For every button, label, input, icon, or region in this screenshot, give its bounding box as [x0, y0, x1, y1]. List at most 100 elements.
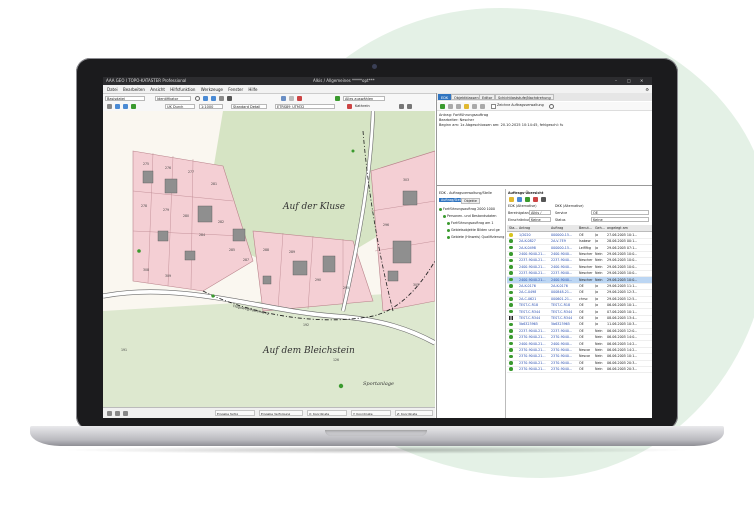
settings-gear-icon[interactable]: ⚙ [645, 87, 649, 92]
column-header[interactable]: angelegt am [607, 226, 628, 230]
detail-select[interactable]: Standard Detail [231, 103, 267, 109]
table-cell: OE [579, 309, 584, 314]
parcel-number: 277 [188, 170, 194, 174]
column-header[interactable]: Antrag [519, 226, 530, 230]
locality-label-kluse: Auf der Kluse [282, 202, 345, 212]
layer-select[interactable]: Basisdatei [105, 95, 145, 101]
delete-icon[interactable] [297, 96, 302, 101]
pan-icon[interactable] [131, 104, 136, 109]
redo-icon[interactable] [456, 103, 461, 109]
tree-item[interactable]: Fortführungsauftrag am 1 [447, 221, 494, 225]
check-icon[interactable] [440, 103, 445, 109]
edit-icon[interactable] [472, 103, 477, 109]
approve-icon[interactable] [525, 197, 530, 202]
menu-datei[interactable]: Datei [107, 87, 118, 92]
table-cell: OE [579, 303, 584, 308]
table-cell: 29.06.2005 12:3... [607, 290, 638, 295]
filter-icon[interactable] [541, 197, 546, 202]
ortho-mode-icon[interactable] [115, 411, 120, 416]
status-dot-icon [509, 354, 513, 359]
snap-mode-icon[interactable] [107, 411, 112, 416]
menu-hilfe[interactable]: Hilfe [248, 87, 257, 92]
right-panel-tabs: EDK Objektklassen Editor Schichtlaststuf… [437, 93, 652, 101]
tree-title: EDK - Auftragsverwaltung/Stelle [439, 191, 492, 195]
table-cell: Ja [595, 296, 598, 301]
table-cell: TEST-C-R344 [519, 309, 541, 314]
search-label[interactable]: Kathrein [355, 104, 370, 108]
help-icon[interactable] [549, 103, 554, 109]
zoom-in-icon[interactable] [115, 104, 120, 109]
tree-item[interactable]: Fortführungsauftrag 2000 1000 [439, 207, 495, 211]
export-icon[interactable] [407, 104, 412, 109]
undo-icon[interactable] [448, 103, 453, 109]
column-header[interactable]: Auftrag [551, 226, 563, 230]
service-select[interactable]: OE [591, 209, 649, 215]
bookmark-icon[interactable] [227, 96, 232, 101]
district-select[interactable]: Alkis / [529, 209, 551, 215]
reject-icon[interactable] [533, 197, 538, 202]
column-header[interactable]: Geh... [595, 226, 605, 230]
grid-mode-icon[interactable] [123, 411, 128, 416]
tab-editor[interactable]: Editor [479, 94, 496, 100]
table-cell: 2400-9040... [551, 341, 573, 346]
highlight-select[interactable]: Alles auswählen [343, 95, 385, 101]
menu-fenster[interactable]: Fenster [228, 87, 243, 92]
coordinate-system-select[interactable]: ETRS89_UTM32 [275, 103, 335, 109]
close-button[interactable]: ✕ [640, 78, 643, 83]
layer-icon[interactable] [335, 96, 340, 101]
menu-ansicht[interactable]: Ansicht [150, 87, 165, 92]
maximize-button[interactable]: □ [627, 78, 631, 83]
status-select[interactable]: Keine [591, 216, 649, 222]
table-cell: Nein [595, 258, 603, 263]
forward-arrow-icon[interactable] [219, 96, 224, 101]
green-status-icon [443, 214, 446, 218]
menu-hilfsfunktion[interactable]: Hilfsfunktion [170, 87, 195, 92]
open-order-icon[interactable] [517, 197, 522, 202]
restriction-select[interactable]: Keine [529, 216, 551, 222]
menu-werkzeuge[interactable]: Werkzeuge [201, 87, 223, 92]
tab-objektklassen[interactable]: Objektklassen [451, 94, 482, 100]
tree-item[interactable]: Gebietsobjekte Bilden und ge [447, 228, 500, 232]
folder-icon[interactable] [464, 103, 469, 109]
table-cell: 2400-9040-21... [519, 341, 546, 346]
menu-bearbeiten[interactable]: Bearbeiten [123, 87, 145, 92]
green-status-icon [447, 228, 450, 232]
snap-icon[interactable] [289, 96, 294, 101]
column-header[interactable]: Sta... [509, 226, 518, 230]
table-cell: 06.06.2005 12:0... [607, 328, 638, 333]
table-cell: 29.06.2005 10:0... [607, 258, 638, 263]
table-row[interactable]: 2370-9040-21... 2370-9040... OE Nein 06.06.2… [507, 366, 652, 374]
status-dot-icon [509, 252, 513, 256]
table-cell: 5b6323965 [519, 322, 538, 327]
status-label: Status [555, 218, 566, 222]
table-cell: 11.06.2005 10:3... [607, 322, 638, 327]
search-icon[interactable] [195, 96, 200, 101]
table-cell: 2400-9040-21... [519, 277, 546, 282]
status-dot-icon [509, 309, 513, 314]
back-arrow-icon[interactable] [211, 96, 216, 101]
tree-tab-objekte[interactable]: Objekte [461, 198, 480, 204]
minimize-button[interactable]: – [615, 78, 617, 83]
grid-icon[interactable] [281, 96, 286, 101]
pointer-icon[interactable] [107, 104, 112, 109]
save-icon[interactable] [480, 103, 485, 109]
parcel-number: 278 [141, 204, 147, 208]
zoom-out-icon[interactable] [123, 104, 128, 109]
zoom-select[interactable]: 1:1000 [199, 103, 223, 109]
new-order-icon[interactable] [509, 197, 514, 202]
map-view[interactable]: 275 276 277 278 279 280 281 282 284 285 … [103, 111, 435, 407]
tree-item[interactable]: Personen- und Bestandsdaten [443, 214, 497, 218]
column-header[interactable]: Benut... [579, 226, 592, 230]
measure-icon[interactable] [347, 104, 352, 109]
tab-schichtlaststufe[interactable]: Schichtlaststufe/Nachdrehung [495, 94, 554, 100]
scale-select[interactable]: UK Durch [165, 103, 195, 109]
tree-item[interactable]: Gebiete (Hinweis) Qualifizierung [447, 235, 504, 239]
checkbox-auftragsverwaltung[interactable] [491, 103, 496, 109]
dkk-label: DKK (Alternative) [555, 204, 584, 208]
print-icon[interactable] [399, 104, 404, 109]
object-select[interactable]: Identifikator [155, 95, 191, 101]
tab-edk[interactable]: EDK [438, 94, 452, 100]
tree-item-label: Fortführungsauftrag am 1 [451, 221, 494, 225]
cadastral-map[interactable]: 275 276 277 278 279 280 281 282 284 285 … [103, 111, 435, 407]
refresh-icon[interactable] [203, 96, 208, 101]
